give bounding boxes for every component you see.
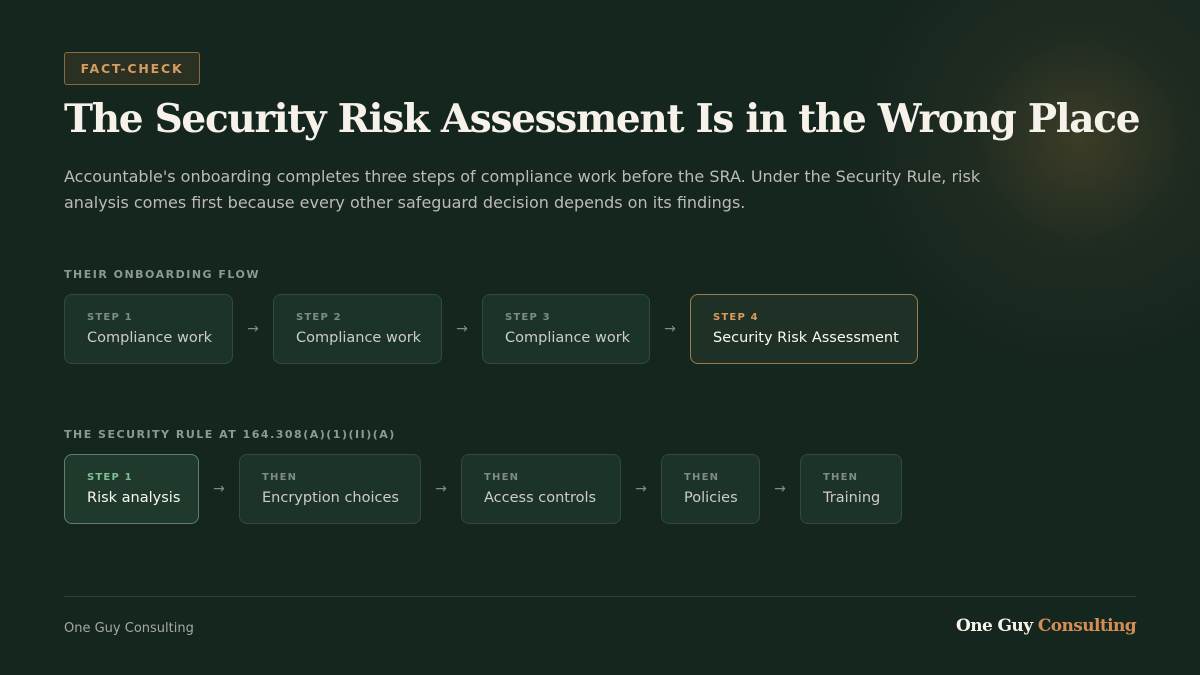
onboarding-step-1: STEP 1 Compliance work — [64, 294, 233, 364]
brand-logo-part-2: Consulting — [1037, 616, 1137, 636]
arrow-right-icon: → — [664, 321, 676, 337]
step-value: Security Risk Assessment — [713, 330, 899, 346]
step-value: Encryption choices — [262, 490, 399, 506]
rule-step-risk-analysis: STEP 1 Risk analysis — [64, 454, 199, 524]
step-key: THEN — [484, 472, 520, 483]
step-value: Compliance work — [87, 330, 213, 346]
security-rule-flow: STEP 1 Risk analysis → THEN Encryption c… — [64, 454, 902, 524]
arrow-right-icon: → — [213, 481, 225, 497]
security-rule-label: THE SECURITY RULE AT 164.308(A)(1)(II)(A… — [64, 428, 396, 441]
page-subtitle: Accountable's onboarding completes three… — [64, 167, 981, 212]
step-key: THEN — [823, 472, 859, 483]
footer-company-name: One Guy Consulting — [64, 621, 194, 636]
arrow-right-icon: → — [456, 321, 468, 337]
page-title: The Security Risk Assessment Is in the W… — [64, 96, 1141, 142]
step-value: Compliance work — [505, 330, 631, 346]
step-key: THEN — [262, 472, 298, 483]
rule-step-access-controls: THEN Access controls — [461, 454, 621, 524]
step-key: STEP 1 — [87, 312, 133, 323]
step-key: STEP 3 — [505, 312, 551, 323]
rule-step-encryption: THEN Encryption choices — [239, 454, 421, 524]
onboarding-step-4-sra: STEP 4 Security Risk Assessment — [690, 294, 918, 364]
footer-divider — [64, 596, 1136, 597]
rule-step-training: THEN Training — [800, 454, 902, 524]
arrow-right-icon: → — [435, 481, 447, 497]
step-value: Access controls — [484, 490, 597, 506]
step-key: STEP 1 — [87, 472, 133, 483]
brand-logo-part-1: One Guy — [956, 616, 1033, 636]
onboarding-flow-label: THEIR ONBOARDING FLOW — [64, 268, 261, 281]
step-value: Compliance work — [296, 330, 422, 346]
rule-step-policies: THEN Policies — [661, 454, 760, 524]
brand-logo: One Guy Consulting — [956, 616, 1137, 636]
onboarding-step-3: STEP 3 Compliance work — [482, 294, 650, 364]
fact-check-badge: FACT-CHECK — [64, 52, 200, 85]
step-value: Risk analysis — [87, 490, 181, 506]
arrow-right-icon: → — [774, 481, 786, 497]
arrow-right-icon: → — [247, 321, 259, 337]
step-key: STEP 2 — [296, 312, 342, 323]
onboarding-flow: STEP 1 Compliance work → STEP 2 Complian… — [64, 294, 918, 364]
step-value: Policies — [684, 490, 738, 506]
step-key: THEN — [684, 472, 720, 483]
step-value: Training — [823, 490, 881, 506]
onboarding-step-2: STEP 2 Compliance work — [273, 294, 442, 364]
arrow-right-icon: → — [635, 481, 647, 497]
step-key: STEP 4 — [713, 312, 759, 323]
